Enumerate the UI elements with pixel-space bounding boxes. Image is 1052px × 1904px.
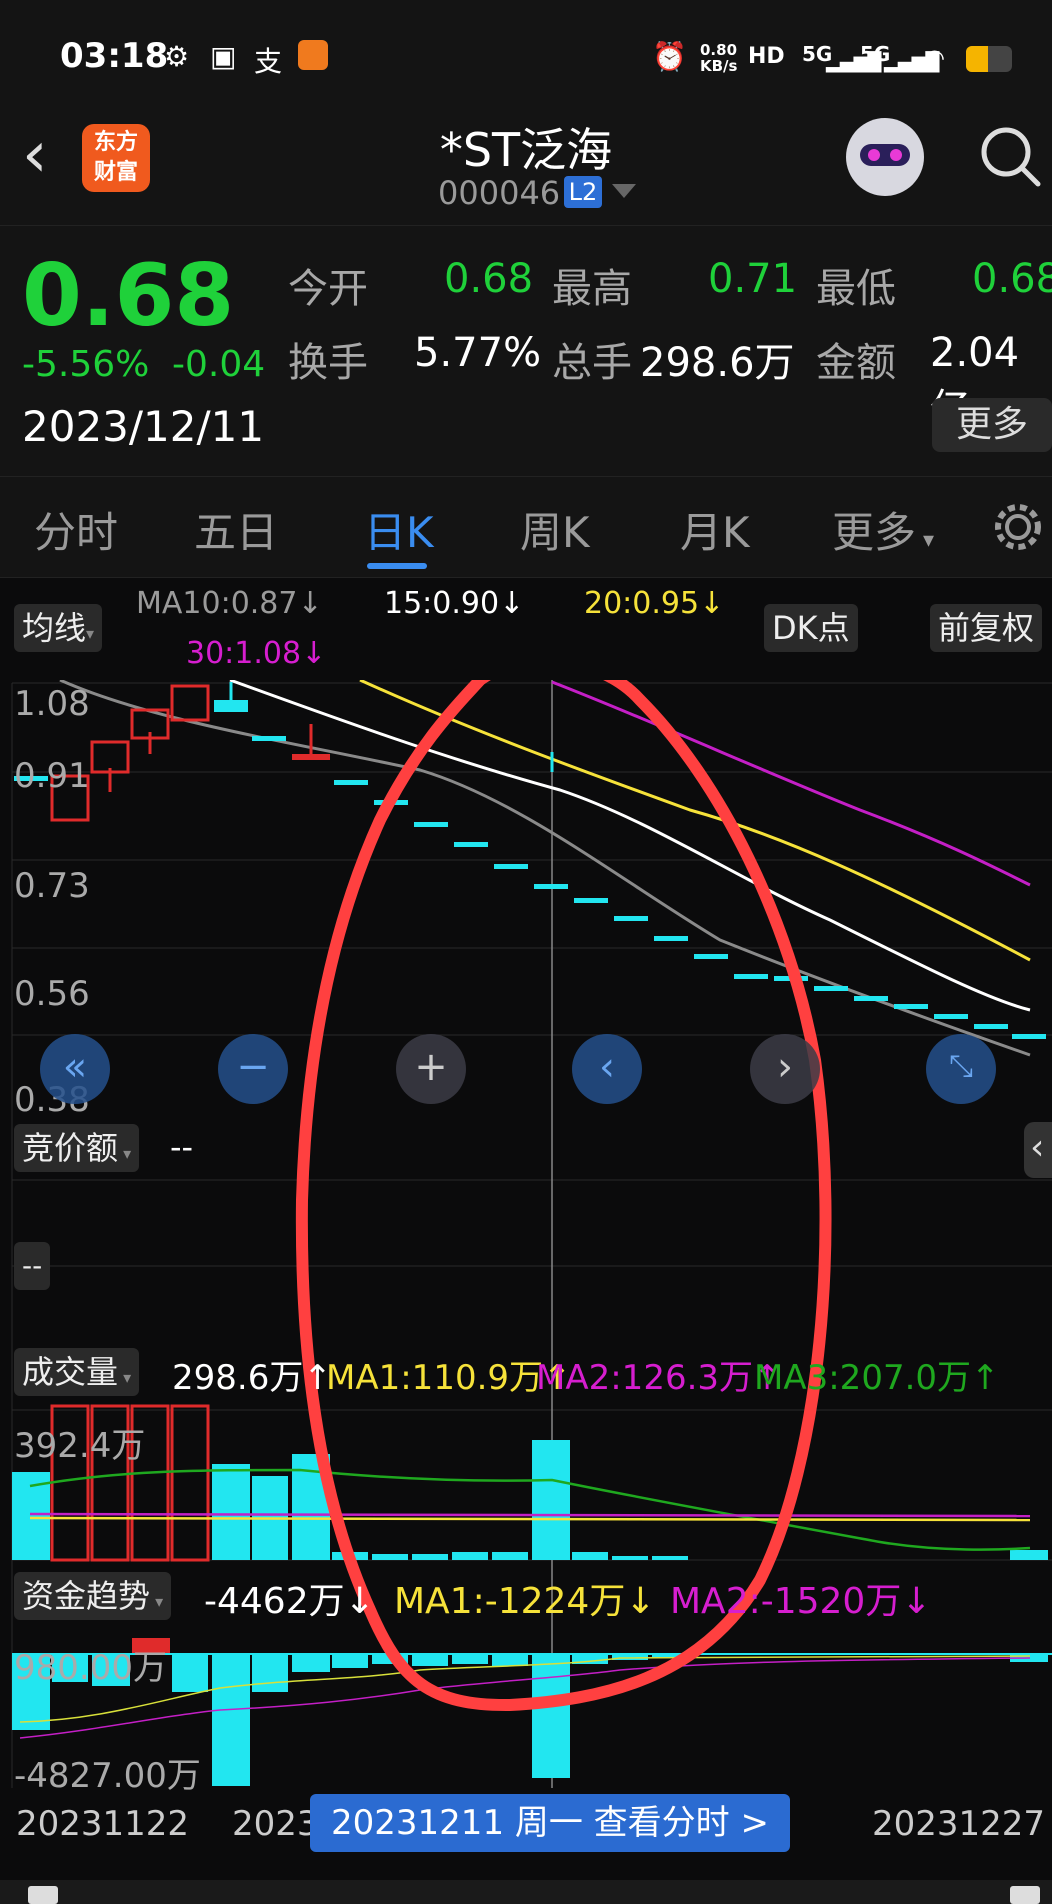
active-tab-indicator (367, 563, 427, 569)
fullscreen-icon[interactable]: ⤡ (926, 1034, 996, 1104)
fund-value: -4462万↓ (204, 1581, 375, 1622)
ma30-label: 30:1.08↓ (186, 636, 327, 671)
auction-y-value: -- (14, 1242, 51, 1290)
ma-indicator-button[interactable]: 均线▾ (14, 604, 103, 652)
caret-down-icon: ▾ (86, 624, 95, 643)
app-notification-icon: ▣ (210, 40, 237, 73)
tab-more[interactable]: 更多 ▾ (832, 499, 934, 560)
y-tick-1: 1.08 (14, 684, 90, 724)
quote-panel: 0.68 -5.56% -0.04 2023/12/11 今开 0.68 最高 … (0, 225, 1052, 476)
y-tick-2: 0.91 (14, 756, 90, 796)
volume-value: 298.6万↑ (172, 1358, 332, 1398)
step-forward-button[interactable]: › (750, 1034, 820, 1104)
volume-ma1: MA1:110.9万↑ (326, 1358, 572, 1398)
alarm-icon: ⏰ (652, 40, 687, 73)
quote-date: 2023/12/11 (22, 402, 265, 451)
step-back-button[interactable]: ‹ (572, 1034, 642, 1104)
chart-scrollbar[interactable] (0, 1880, 1052, 1904)
adjust-price-button[interactable]: 前复权 (930, 604, 1043, 652)
auction-value: -- (170, 1128, 194, 1166)
volume-indicator-button[interactable]: 成交量 ▾ (14, 1348, 140, 1396)
date-left: 20231122 (16, 1804, 190, 1844)
stat-label-turnover: 换手 (288, 340, 368, 386)
scroll-handle-right[interactable] (1010, 1886, 1040, 1904)
stat-label-open: 今开 (288, 266, 368, 312)
tab-more-label: 更多 (832, 508, 917, 557)
y-tick-3: 0.73 (14, 866, 90, 906)
stock-header: ‹ 东方 财富 *ST泛海 000046 L2 (0, 100, 1052, 225)
fund-ma1: MA1:-1224万↓ (394, 1581, 656, 1622)
stat-value-volume: 298.6万 (640, 340, 795, 386)
y-tick-4: 0.56 (14, 974, 90, 1014)
level2-badge[interactable]: L2 (564, 176, 602, 208)
fund-y-top: 980.00万 (14, 1648, 167, 1688)
last-price: 0.68 (22, 246, 235, 346)
robot-assistant-avatar[interactable] (846, 118, 924, 196)
tab-five-day[interactable]: 五日 (194, 499, 278, 560)
stat-value-low: 0.68 (972, 256, 1052, 302)
stat-label-amount: 金额 (816, 340, 896, 386)
ma10-label: MA10:0.87↓ (136, 586, 323, 621)
volume-y-top: 392.4万 (14, 1426, 146, 1466)
clock: 03:18 (60, 36, 169, 76)
volume-bars (12, 1404, 1048, 1562)
change-percent: -5.56% (22, 344, 150, 385)
stat-value-open: 0.68 (444, 256, 534, 302)
app-icon (298, 40, 328, 70)
stat-label-volume: 总手 (552, 340, 632, 386)
search-icon[interactable] (978, 124, 1042, 188)
gear-icon[interactable] (990, 499, 1046, 555)
stat-label-low: 最低 (816, 266, 896, 312)
date-right: 20231227 (872, 1804, 1046, 1844)
volume-ma2: MA2:126.3万↑ (536, 1358, 782, 1398)
date-mid: 2023 (232, 1804, 319, 1844)
auction-indicator-button[interactable]: 竞价额 ▾ (14, 1124, 140, 1172)
fund-trend-button[interactable]: 资金趋势 ▾ (14, 1572, 172, 1620)
caret-down-icon: ▾ (150, 1592, 164, 1611)
hd-icon: HD (748, 44, 785, 69)
stat-value-turnover: 5.77% (414, 330, 542, 376)
ma30-line (551, 680, 1031, 887)
fund-trend-label: 资金趋势 (22, 1577, 151, 1615)
caret-down-icon: ▾ (118, 1368, 132, 1387)
view-intraday-button[interactable]: 20231211 周一 查看分时 > (310, 1794, 790, 1852)
fund-ma2: MA2:-1520万↓ (670, 1581, 932, 1622)
battery-icon (966, 46, 1012, 72)
volume-ma3: MA3:207.0万↑ (754, 1358, 1000, 1398)
dk-point-button[interactable]: DK点 (764, 604, 858, 652)
ma-indicator-label: 均线 (22, 609, 87, 647)
change-amount: -0.04 (172, 344, 266, 385)
auction-indicator-label: 竞价额 (22, 1129, 119, 1167)
net-speed: 0.80 KB/s (700, 41, 738, 75)
ma15-line (229, 680, 1031, 1012)
fast-backward-button[interactable]: « (40, 1034, 110, 1104)
caret-down-icon: ▾ (118, 1144, 132, 1163)
zoom-out-button[interactable]: − (218, 1034, 288, 1104)
stock-code: 000046 (438, 174, 561, 212)
candle-doji (292, 754, 330, 760)
wifi-icon: ◠ (924, 44, 945, 72)
alipay-icon: 支 (254, 45, 283, 78)
ma20-line (359, 680, 1031, 962)
stat-value-high: 0.71 (708, 256, 798, 302)
zoom-in-button[interactable]: + (396, 1034, 466, 1104)
tab-daily-k[interactable]: 日K (364, 499, 434, 560)
volume-indicator-label: 成交量 (22, 1353, 119, 1391)
scroll-handle-left[interactable] (28, 1886, 58, 1904)
collapse-panel-button[interactable]: ‹ (1024, 1122, 1052, 1178)
tab-weekly-k[interactable]: 周K (520, 499, 590, 560)
settings-gear-icon: ⚙ (164, 40, 190, 73)
chevron-down-icon[interactable] (612, 184, 636, 198)
caret-down-icon: ▾ (916, 528, 935, 553)
chart-period-tabs: 分时 五日 日K 周K 月K 更多 ▾ (0, 476, 1052, 578)
tab-monthly-k[interactable]: 月K (680, 499, 750, 560)
ma20-label: 20:0.95↓ (584, 586, 725, 621)
tab-intraday[interactable]: 分时 (34, 499, 118, 560)
more-stats-button[interactable]: 更多 (932, 398, 1052, 452)
ma15-label: 15:0.90↓ (384, 586, 525, 621)
status-bar: 03:18 ⚙ ▣ 支 ⏰ 0.80 KB/s HD 5G ▂▄▆█ 5G ▂▄… (0, 0, 1052, 115)
stat-label-high: 最高 (552, 266, 632, 312)
